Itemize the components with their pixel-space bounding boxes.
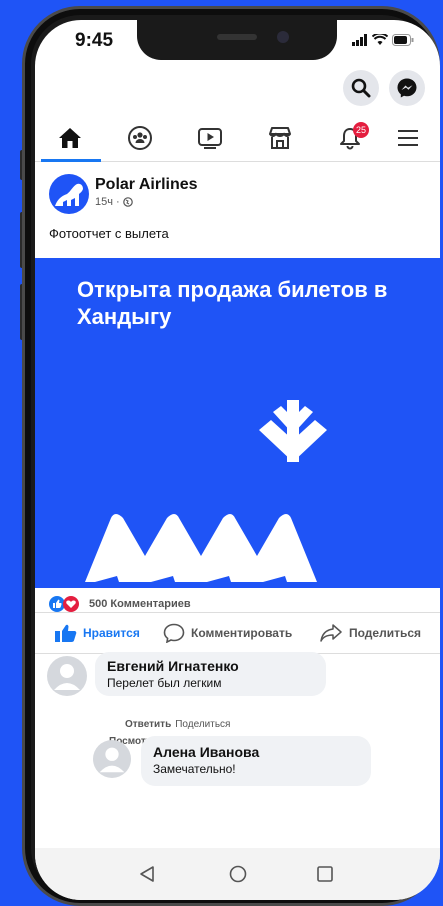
share-link[interactable]: Поделиться — [175, 719, 230, 730]
signal-icon — [352, 34, 367, 46]
user-placeholder-icon — [99, 747, 125, 773]
reply-avatar[interactable] — [93, 740, 131, 778]
status-time: 9:45 — [75, 30, 114, 51]
home-icon — [59, 128, 81, 148]
post-time: 15ч · — [95, 196, 120, 208]
reply-link[interactable]: Ответить — [125, 719, 171, 730]
search-button[interactable] — [343, 70, 379, 106]
post-header: Polar Airlines 15ч · — [49, 174, 429, 214]
top-bar — [35, 68, 440, 116]
home-circle-icon — [229, 865, 247, 883]
notification-badge: 25 — [353, 122, 370, 138]
love-reaction-icon — [63, 596, 79, 612]
tab-video[interactable] — [185, 116, 235, 160]
polar-airlines-mark-icon — [85, 514, 317, 582]
post-image-title: Открыта продажа билетов в Хандыгу — [77, 277, 388, 329]
comment-icon — [163, 623, 185, 643]
tab-groups[interactable] — [115, 116, 165, 160]
post-image[interactable]: Открыта продажа билетов в Хандыгу — [35, 258, 440, 588]
page-avatar[interactable] — [49, 174, 89, 214]
comment-text: Перелет был легким — [107, 676, 222, 690]
notch-speaker — [217, 34, 257, 40]
main-nav: 25 — [35, 116, 440, 162]
polar-bear-logo-icon — [55, 183, 83, 206]
system-nav-bar — [35, 848, 440, 900]
wifi-icon — [372, 34, 388, 45]
globe-icon — [122, 197, 133, 207]
status-bar: 9:45 — [35, 20, 440, 68]
comment-author[interactable]: Евгений Игнатенко — [107, 658, 314, 674]
video-icon — [198, 128, 222, 149]
notch-camera — [277, 31, 289, 43]
share-button[interactable]: Поделиться — [319, 613, 421, 653]
commenter-avatar[interactable] — [47, 656, 87, 696]
reply-text: Замечательно! — [153, 762, 236, 776]
comment-bubble: Евгений Игнатенко Перелет был легким — [95, 652, 326, 696]
back-button[interactable] — [135, 862, 159, 886]
share-label: Поделиться — [349, 626, 422, 640]
tab-notifications[interactable]: 25 — [325, 116, 375, 160]
recents-button[interactable] — [313, 862, 337, 886]
notch — [137, 20, 337, 60]
share-icon — [320, 624, 342, 642]
tab-menu[interactable] — [383, 116, 433, 160]
groups-icon — [128, 126, 152, 150]
post-actions: Нравится Комментировать Поделиться — [35, 612, 440, 654]
tree-symbol-icon — [259, 400, 327, 462]
tab-home[interactable] — [45, 116, 95, 160]
like-label: Нравится — [83, 626, 140, 640]
recents-icon — [317, 866, 333, 882]
home-system-button[interactable] — [226, 862, 250, 886]
messenger-button[interactable] — [389, 70, 425, 106]
active-tab-indicator — [41, 159, 101, 162]
comments-count[interactable]: 500 Комментариев — [89, 598, 191, 610]
messenger-icon — [397, 78, 417, 98]
comment-button[interactable]: Комментировать — [163, 613, 292, 653]
marketplace-icon — [269, 127, 291, 149]
reply-bubble: Алена Иванова Замечательно! — [141, 736, 371, 786]
search-icon — [351, 78, 371, 98]
battery-icon — [392, 34, 414, 46]
menu-icon — [398, 130, 418, 146]
thumbs-up-icon — [55, 624, 77, 642]
comment-label: Комментировать — [191, 626, 293, 640]
post-text: Фотоотчет с вылета — [49, 226, 169, 241]
phone-screen: 9:45 25 Polar Airlines 15ч · Фотоотчет с… — [35, 20, 440, 900]
user-placeholder-icon — [54, 664, 80, 690]
back-icon — [140, 866, 154, 882]
post-meta: 15ч · — [95, 196, 133, 208]
reply-author[interactable]: Алена Иванова — [153, 744, 359, 760]
like-button[interactable]: Нравится — [55, 613, 140, 653]
status-icons — [352, 34, 414, 46]
tab-marketplace[interactable] — [255, 116, 305, 160]
comment-actions: Ответить Поделиться — [125, 719, 230, 730]
page-name[interactable]: Polar Airlines — [95, 176, 198, 194]
